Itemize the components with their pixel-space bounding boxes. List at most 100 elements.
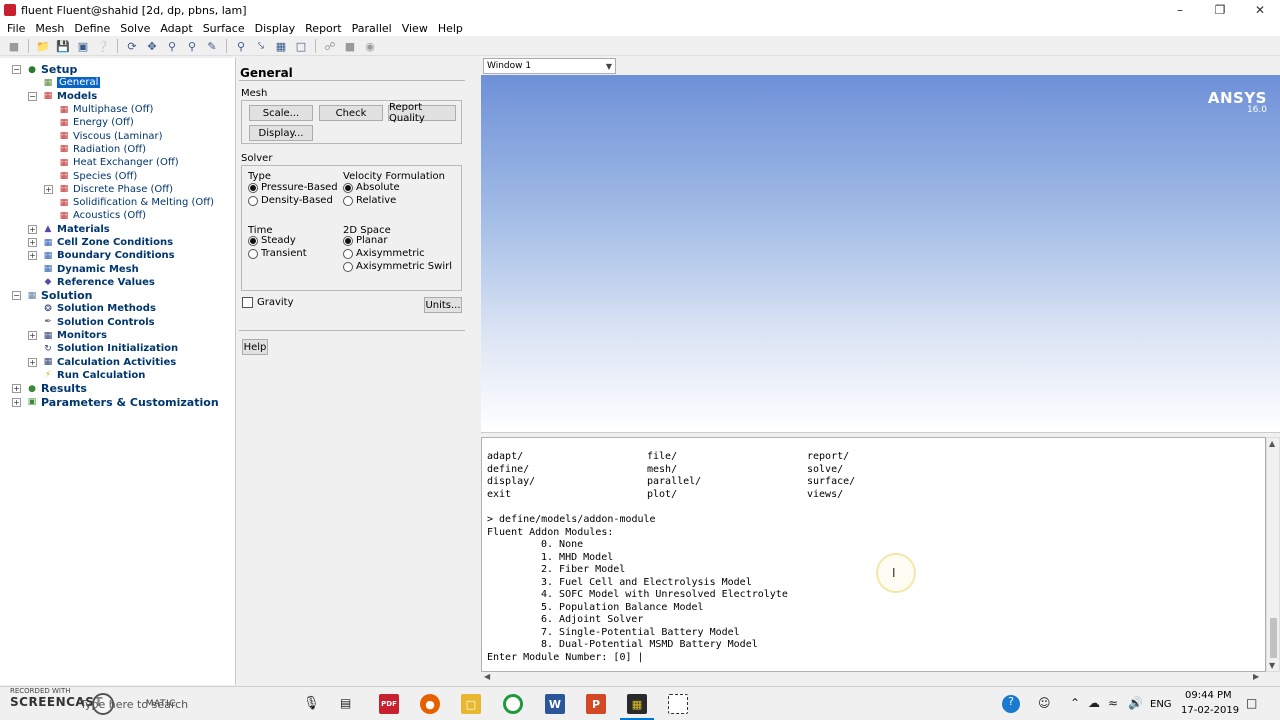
notifications-icon[interactable]: □ bbox=[1246, 696, 1257, 710]
snipping-tool-icon[interactable] bbox=[668, 694, 688, 714]
open-folder-icon[interactable]: 📁 bbox=[35, 38, 51, 54]
tree-item-run-calculation[interactable]: ⚡ Run Calculation bbox=[0, 369, 235, 382]
menu-help[interactable]: Help bbox=[433, 22, 468, 35]
pdf-app-icon[interactable]: PDF bbox=[379, 694, 399, 714]
menu-adapt[interactable]: Adapt bbox=[155, 22, 197, 35]
expand-icon[interactable]: + bbox=[28, 331, 37, 341]
start-search-area[interactable]: RECORDED WITH SCREENCAST MATIC Type here… bbox=[0, 687, 300, 720]
tree-item-acoustics[interactable]: ▦ Acoustics (Off) bbox=[0, 209, 235, 222]
tree-item-results[interactable]: + ● Results bbox=[0, 382, 235, 395]
expand-icon[interactable]: + bbox=[28, 224, 37, 234]
maximize-icon[interactable]: ❐ bbox=[1200, 0, 1240, 20]
language-indicator[interactable]: ENG bbox=[1150, 699, 1172, 710]
units-button[interactable]: Units... bbox=[424, 297, 462, 313]
search-box[interactable]: Type here to search bbox=[80, 698, 188, 711]
microphone-icon[interactable]: 🎙 bbox=[303, 696, 320, 711]
views-icon[interactable]: □ bbox=[293, 38, 309, 54]
scroll-down-icon[interactable]: ▼ bbox=[1269, 661, 1275, 670]
close-icon[interactable]: ✕ bbox=[1240, 0, 1280, 20]
layout-icon[interactable]: ▦ bbox=[273, 38, 289, 54]
task-view-icon[interactable]: ▤ bbox=[340, 696, 351, 710]
menu-report[interactable]: Report bbox=[300, 22, 346, 35]
transient-radio[interactable]: Transient bbox=[248, 248, 307, 259]
expand-icon[interactable]: + bbox=[12, 397, 21, 407]
menu-mesh[interactable]: Mesh bbox=[30, 22, 69, 35]
menu-file[interactable]: File bbox=[2, 22, 30, 35]
zoom-box-icon[interactable]: ⚲ bbox=[184, 38, 200, 54]
tree-item-reference[interactable]: ◆ Reference Values bbox=[0, 276, 235, 289]
console-vertical-scrollbar[interactable]: ▲ ▼ bbox=[1266, 437, 1280, 672]
powerpoint-icon[interactable]: P bbox=[586, 694, 606, 714]
check-button[interactable]: Check bbox=[319, 105, 383, 121]
tree-item-discrete-phase[interactable]: + ▦ Discrete Phase (Off) bbox=[0, 183, 235, 196]
tree-item-solution-controls[interactable]: ✒ Solution Controls bbox=[0, 316, 235, 329]
tree-item-materials[interactable]: + ▲ Materials bbox=[0, 223, 235, 236]
scroll-thumb[interactable] bbox=[1270, 618, 1277, 658]
graphics-window[interactable]: ANSYS 16.0 bbox=[481, 75, 1280, 432]
tree-item-solution-methods[interactable]: ❂ Solution Methods bbox=[0, 302, 235, 315]
collapse-icon[interactable]: − bbox=[12, 65, 21, 75]
tree-item-cell-zone[interactable]: + ▦ Cell Zone Conditions bbox=[0, 236, 235, 249]
expand-icon[interactable]: + bbox=[12, 384, 21, 394]
scale-button[interactable]: Scale... bbox=[249, 105, 313, 121]
window-icon[interactable]: ■ bbox=[342, 38, 358, 54]
scroll-left-icon[interactable]: ◀ bbox=[484, 672, 490, 681]
minimize-icon[interactable]: – bbox=[1160, 0, 1200, 20]
clock-time[interactable]: 09:44 PM bbox=[1185, 690, 1232, 701]
tree-item-general[interactable]: ▦ General bbox=[0, 76, 235, 89]
people-icon[interactable]: ☺ bbox=[1038, 696, 1051, 710]
tree-item-setup[interactable]: − ● Setup bbox=[0, 63, 235, 76]
help-icon[interactable]: ❔ bbox=[95, 38, 111, 54]
probe-icon[interactable]: ✎ bbox=[204, 38, 220, 54]
rotate-icon[interactable]: ⟳ bbox=[124, 38, 140, 54]
menu-solve[interactable]: Solve bbox=[115, 22, 155, 35]
expand-icon[interactable]: + bbox=[44, 184, 53, 194]
display-button[interactable]: Display... bbox=[249, 125, 313, 141]
gravity-checkbox[interactable]: Gravity bbox=[242, 297, 294, 308]
word-icon[interactable]: W bbox=[545, 694, 565, 714]
expand-icon[interactable]: + bbox=[28, 357, 37, 367]
collapse-icon[interactable]: − bbox=[28, 91, 37, 101]
onedrive-icon[interactable]: ☁ bbox=[1088, 696, 1100, 710]
pan-icon[interactable]: ✥ bbox=[144, 38, 160, 54]
mouse-probe-icon[interactable]: ⤥ bbox=[253, 38, 269, 54]
menu-surface[interactable]: Surface bbox=[198, 22, 250, 35]
axisymmetric-swirl-radio[interactable]: Axisymmetric Swirl bbox=[343, 261, 452, 272]
menu-display[interactable]: Display bbox=[250, 22, 301, 35]
help-button[interactable]: Help bbox=[242, 339, 268, 355]
app-green-icon[interactable] bbox=[503, 694, 523, 714]
tree-item-energy[interactable]: ▦ Energy (Off) bbox=[0, 116, 235, 129]
fluent-taskbar-icon[interactable]: ▦ bbox=[627, 694, 647, 714]
collapse-icon[interactable]: − bbox=[12, 291, 21, 301]
tree-item-viscous[interactable]: ▦ Viscous (Laminar) bbox=[0, 129, 235, 142]
tree-item-boundary[interactable]: + ▦ Boundary Conditions bbox=[0, 249, 235, 262]
tree-item-multiphase[interactable]: ▦ Multiphase (Off) bbox=[0, 103, 235, 116]
volume-icon[interactable]: 🔊 bbox=[1128, 696, 1143, 710]
density-based-radio[interactable]: Density-Based bbox=[248, 195, 333, 206]
tree-item-calc-activities[interactable]: + ▦ Calculation Activities bbox=[0, 356, 235, 369]
wifi-icon[interactable]: ≈ bbox=[1108, 696, 1118, 710]
axisymmetric-radio[interactable]: Axisymmetric bbox=[343, 248, 425, 259]
relative-radio[interactable]: Relative bbox=[343, 195, 396, 206]
tree-item-parameters[interactable]: + ▣ Parameters & Customization bbox=[0, 395, 235, 409]
firefox-icon[interactable]: ● bbox=[420, 694, 440, 714]
planar-radio[interactable]: Planar bbox=[343, 235, 388, 246]
print-icon[interactable]: ■ bbox=[6, 38, 22, 54]
steady-radio[interactable]: Steady bbox=[248, 235, 296, 246]
help-tray-icon[interactable]: ? bbox=[1002, 695, 1020, 713]
file-explorer-icon[interactable]: □ bbox=[461, 694, 481, 714]
tree-item-heat-exchanger[interactable]: ▦ Heat Exchanger (Off) bbox=[0, 156, 235, 169]
tree-item-radiation[interactable]: ▦ Radiation (Off) bbox=[0, 143, 235, 156]
scroll-right-icon[interactable]: ▶ bbox=[1253, 672, 1259, 681]
tree-item-solidification[interactable]: ▦ Solidification & Melting (Off) bbox=[0, 196, 235, 209]
tree-item-species[interactable]: ▦ Species (Off) bbox=[0, 169, 235, 182]
console-horizontal-scrollbar[interactable]: ◀ ▶ bbox=[481, 672, 1266, 684]
link-icon[interactable]: ☍ bbox=[322, 38, 338, 54]
expand-icon[interactable]: + bbox=[28, 251, 37, 261]
camera-icon[interactable]: ◉ bbox=[362, 38, 378, 54]
menu-parallel[interactable]: Parallel bbox=[347, 22, 397, 35]
expand-icon[interactable]: + bbox=[28, 238, 37, 247]
menu-view[interactable]: View bbox=[397, 22, 433, 35]
tree-item-solution-init[interactable]: ↻ Solution Initialization bbox=[0, 342, 235, 355]
tree-item-solution[interactable]: − ▦ Solution bbox=[0, 289, 235, 302]
